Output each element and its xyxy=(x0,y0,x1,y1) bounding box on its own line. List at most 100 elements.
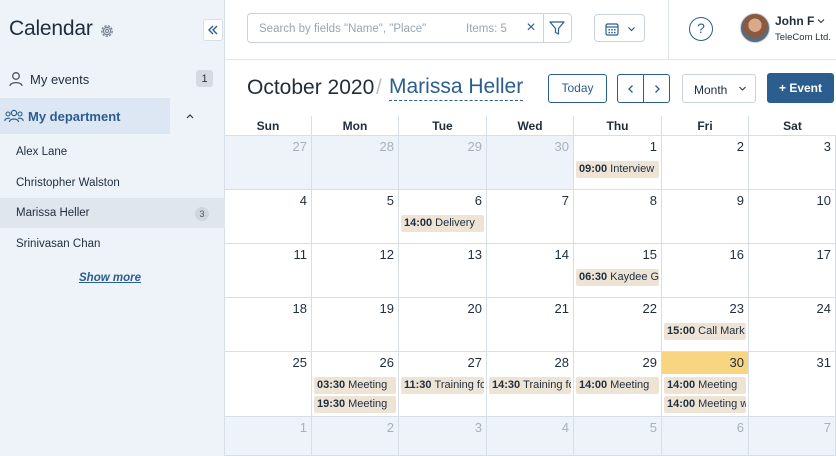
avatar[interactable] xyxy=(740,13,770,43)
calendar-event[interactable]: 14:00 Delivery xyxy=(401,215,484,232)
calendar-event[interactable]: 09:00 Interview xyxy=(576,161,659,178)
nav-my-events[interactable]: My events 1 xyxy=(0,61,225,97)
collapse-sidebar-button[interactable] xyxy=(203,19,223,41)
view-select-value: Month xyxy=(694,83,728,97)
sidebar-person-srinivasan-chan[interactable]: Srinivasan Chan xyxy=(0,229,225,259)
day-cell[interactable]: 29 xyxy=(399,136,487,190)
selected-person-link[interactable]: Marissa Heller xyxy=(389,75,524,101)
weekday-header: Mon xyxy=(312,116,399,136)
calendar-event[interactable]: 06:30 Kaydee G xyxy=(576,269,659,286)
search-input[interactable]: Search by fields "Name", "Place" Items: … xyxy=(247,13,572,43)
day-cell[interactable]: 23 15:00 Call Mark xyxy=(662,298,749,352)
nav-my-department[interactable]: My department xyxy=(0,98,225,134)
month-grid: Sun Mon Tue Wed Thu Fri Sat 27 28 29 30 1 09:00 Inter… xyxy=(225,116,836,456)
sidebar-person-marissa-heller[interactable]: Marissa Heller 3 xyxy=(0,198,225,228)
day-cell[interactable]: 18 xyxy=(225,298,312,352)
day-cell[interactable]: 10 xyxy=(749,190,836,244)
calendar-event[interactable]: 03:30 Meeting xyxy=(314,377,396,394)
event-time: 15:00 xyxy=(667,325,696,337)
day-cell[interactable]: 12 xyxy=(312,244,399,298)
day-cell[interactable]: 21 xyxy=(487,298,574,352)
sidebar-person-christopher-walston[interactable]: Christopher Walston xyxy=(0,168,225,198)
help-button[interactable]: ? xyxy=(689,17,713,41)
day-cell[interactable]: 1 xyxy=(225,417,312,456)
event-time: 03:30 xyxy=(317,379,346,391)
event-title: Meeting xyxy=(610,379,650,391)
day-number: 19 xyxy=(379,301,394,316)
day-cell[interactable]: 28 xyxy=(312,136,399,190)
day-cell[interactable]: 4 xyxy=(487,417,574,456)
calendar-event[interactable]: 14:00 Meeting w xyxy=(664,396,746,413)
day-cell[interactable]: 7 xyxy=(487,190,574,244)
day-cell[interactable]: 22 xyxy=(574,298,662,352)
sidebar-person-alex-lane[interactable]: Alex Lane xyxy=(0,137,225,167)
chevron-up-icon[interactable] xyxy=(184,110,196,122)
day-cell[interactable]: 3 xyxy=(749,136,836,190)
previous-month-button[interactable] xyxy=(617,74,644,103)
day-cell[interactable]: 16 xyxy=(662,244,749,298)
day-cell[interactable]: 27 xyxy=(225,136,312,190)
day-cell[interactable]: 2 xyxy=(662,136,749,190)
day-cell[interactable]: 7 xyxy=(749,417,836,456)
day-number: 30 xyxy=(554,139,569,154)
event-time: 11:30 xyxy=(404,379,432,391)
month-year-title: October 2020 xyxy=(247,76,375,99)
day-cell[interactable]: 29 14:00 Meeting xyxy=(574,352,662,417)
day-number: 15 xyxy=(642,247,657,262)
day-cell[interactable]: 5 xyxy=(312,190,399,244)
day-cell[interactable]: 26 03:30 Meeting 19:30 Meeting xyxy=(312,352,399,417)
day-cell[interactable]: 4 xyxy=(225,190,312,244)
filter-icon[interactable] xyxy=(548,20,566,36)
day-number: 26 xyxy=(379,355,394,370)
day-cell[interactable]: 1 09:00 Interview xyxy=(574,136,662,190)
calendar-event[interactable]: 15:00 Call Mark xyxy=(664,323,746,340)
next-month-button[interactable] xyxy=(643,74,670,103)
day-cell[interactable]: 30 xyxy=(487,136,574,190)
day-cell[interactable]: 20 xyxy=(399,298,487,352)
day-cell[interactable]: 9 xyxy=(662,190,749,244)
calendar-event[interactable]: 14:00 Meeting xyxy=(664,377,746,394)
today-button[interactable]: Today xyxy=(548,74,607,103)
day-cell[interactable]: 14 xyxy=(487,244,574,298)
person-name: Srinivasan Chan xyxy=(16,238,101,250)
day-number: 17 xyxy=(816,247,831,262)
day-cell[interactable]: 6 xyxy=(662,417,749,456)
day-cell[interactable]: 17 xyxy=(749,244,836,298)
chevron-down-icon[interactable] xyxy=(816,16,826,26)
day-number: 27 xyxy=(467,355,482,370)
event-title: Kaydee G xyxy=(610,271,659,283)
clear-search-icon[interactable]: × xyxy=(522,19,540,37)
day-cell[interactable]: 2 xyxy=(312,417,399,456)
day-cell[interactable]: 6 14:00 Delivery xyxy=(399,190,487,244)
day-cell[interactable]: 3 xyxy=(399,417,487,456)
calendar-picker-button[interactable] xyxy=(594,14,645,42)
calendar-event[interactable]: 14:00 Meeting xyxy=(576,377,659,394)
day-cell-today[interactable]: 30 14:00 Meeting 14:00 Meeting w xyxy=(662,352,749,417)
top-bar: Search by fields "Name", "Place" Items: … xyxy=(226,0,836,60)
day-cell[interactable]: 11 xyxy=(225,244,312,298)
gear-icon[interactable] xyxy=(99,23,115,39)
day-cell[interactable]: 27 11:30 Training fo xyxy=(399,352,487,417)
day-cell[interactable]: 25 xyxy=(225,352,312,417)
calendar-event[interactable]: 14:30 Training fo xyxy=(489,377,571,394)
day-cell[interactable]: 24 xyxy=(749,298,836,352)
calendar-event[interactable]: 19:30 Meeting xyxy=(314,396,396,413)
user-name[interactable]: John F xyxy=(775,14,814,28)
view-select[interactable]: Month xyxy=(682,74,756,103)
day-number: 5 xyxy=(386,193,394,208)
day-cell[interactable]: 28 14:30 Training fo xyxy=(487,352,574,417)
day-number: 24 xyxy=(816,301,831,316)
day-cell[interactable]: 15 06:30 Kaydee G xyxy=(574,244,662,298)
day-number: 29 xyxy=(467,139,482,154)
day-cell[interactable]: 8 xyxy=(574,190,662,244)
day-cell[interactable]: 31 xyxy=(749,352,836,417)
day-cell[interactable]: 19 xyxy=(312,298,399,352)
day-cell[interactable]: 5 xyxy=(574,417,662,456)
add-event-button[interactable]: + Event xyxy=(767,73,834,103)
day-number: 1 xyxy=(649,139,657,154)
day-cell[interactable]: 13 xyxy=(399,244,487,298)
show-more-link[interactable]: Show more xyxy=(0,272,220,284)
chevron-left-icon xyxy=(627,84,633,93)
weekday-header: Thu xyxy=(574,116,662,136)
calendar-event[interactable]: 11:30 Training fo xyxy=(401,377,484,394)
